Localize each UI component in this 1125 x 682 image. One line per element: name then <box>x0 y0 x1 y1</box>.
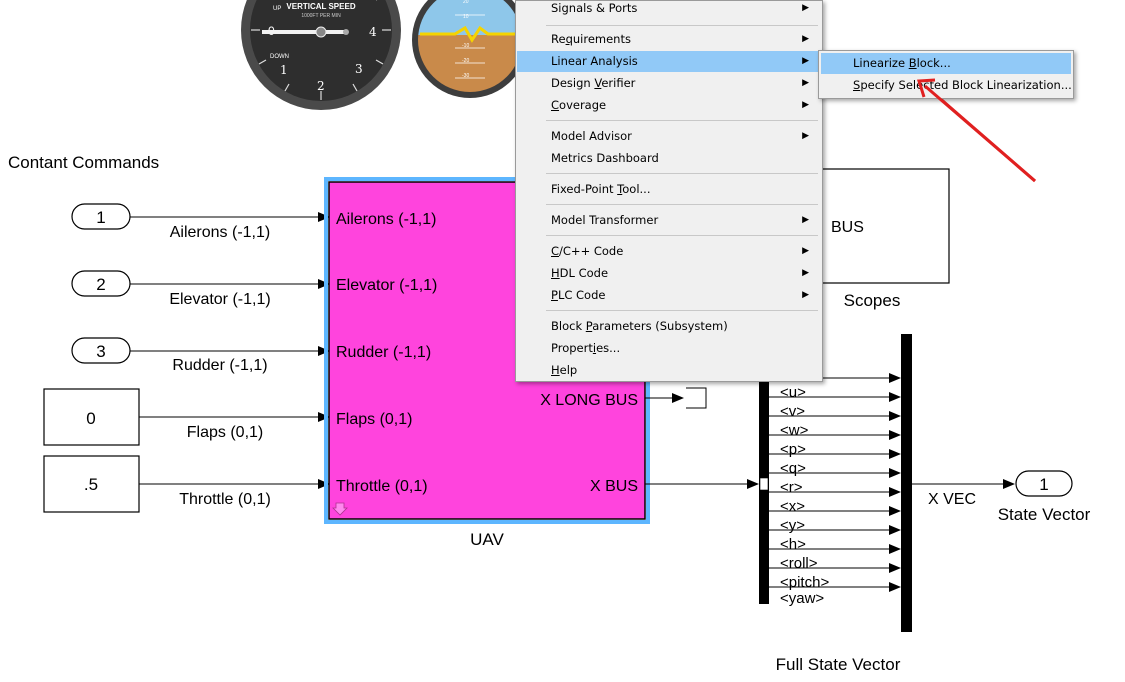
constant-block-flaps[interactable]: 0 <box>43 388 140 446</box>
bus-selector-input-port <box>759 477 769 491</box>
submenu-arrow-icon: ▶ <box>802 215 809 225</box>
menu-item-design-verifier[interactable]: Design Verifier ▶ <box>517 73 821 94</box>
submenu-arrow-icon: ▶ <box>802 34 809 44</box>
submenu-arrow-icon: ▶ <box>802 3 809 13</box>
submenu-arrow-icon: ▶ <box>802 246 809 256</box>
context-menu[interactable]: Signals & Ports ▶ Requirements ▶ Linear An… <box>515 0 823 382</box>
uav-port-flaps: Flaps (0,1) <box>336 411 412 428</box>
uav-port-elevator: Elevator (-1,1) <box>336 277 437 294</box>
pitch-m10-label: -10 <box>462 43 469 49</box>
pitch-10-label: 10 <box>463 14 469 20</box>
contant-commands-annotation: Contant Commands <box>8 153 159 172</box>
inport-2[interactable]: 2 <box>71 270 131 297</box>
menu-item-requirements[interactable]: Requirements ▶ <box>517 29 821 50</box>
pitch-20-label: 20 <box>463 0 469 5</box>
vsi-up-label: UP <box>273 6 281 12</box>
submenu-item-specify-linearization[interactable]: Specify Selected Block Linearization... <box>821 75 1072 96</box>
mux-block-name: Full State Vector <box>776 655 901 674</box>
submenu-arrow-icon: ▶ <box>802 131 809 141</box>
menu-item-properties[interactable]: Properties... <box>517 338 821 359</box>
inport-3-number: 3 <box>96 342 105 361</box>
submenu-arrow-icon: ▶ <box>802 78 809 88</box>
vertical-speed-gauge[interactable]: VERTICAL SPEED 1000FT PER MIN UP DOWN 0 … <box>241 0 401 110</box>
bus-selector-block[interactable] <box>759 378 769 604</box>
submenu-arrow-icon: ▶ <box>802 56 809 66</box>
outport-name: State Vector <box>998 505 1091 524</box>
menu-item-model-advisor[interactable]: Model Advisor ▶ <box>517 126 821 147</box>
linear-analysis-submenu[interactable]: Linearize Block... Specify Selected Bloc… <box>818 50 1074 99</box>
uav-port-throttle: Throttle (0,1) <box>336 478 428 495</box>
submenu-arrow-icon: ▶ <box>802 268 809 278</box>
uav-port-x-long-bus: X LONG BUS <box>540 392 638 409</box>
mux-block[interactable] <box>901 334 912 632</box>
outport-state-vector[interactable]: 1 <box>1015 470 1073 497</box>
vsi-subtitle: 1000FT PER MIN <box>301 13 341 19</box>
menu-item-fixed-point-tool[interactable]: Fixed-Point Tool... <box>517 179 821 200</box>
bus-signal-label: <roll> <box>780 555 818 572</box>
vsi-four: 4 <box>369 25 377 39</box>
signal-label-elevator: Elevator (-1,1) <box>169 291 270 308</box>
uav-port-x-bus: X BUS <box>590 478 638 495</box>
pitch-m30-label: -30 <box>462 73 469 79</box>
scopes-block-name: Scopes <box>844 291 901 310</box>
bus-signal-label: <x> <box>780 498 805 515</box>
constant-flaps-value: 0 <box>86 409 95 428</box>
menu-item-signals-ports[interactable]: Signals & Ports ▶ <box>517 0 821 19</box>
bus-signal-label: <y> <box>780 517 805 534</box>
bus-signal-label: <u> <box>780 384 806 401</box>
menu-item-plc-code[interactable]: PLC Code ▶ <box>517 285 821 306</box>
inport-1-number: 1 <box>96 208 105 227</box>
bus-signal-label: <pitch> <box>780 574 829 591</box>
submenu-arrow-icon: ▶ <box>802 100 809 110</box>
vsi-title: VERTICAL SPEED <box>286 2 355 11</box>
scopes-port-bus: BUS <box>831 219 864 236</box>
menu-item-model-transformer[interactable]: Model Transformer ▶ <box>517 210 821 231</box>
menu-item-help[interactable]: Help <box>517 360 821 381</box>
bus-signal-label: <yaw> <box>780 590 824 607</box>
terminator-block[interactable] <box>686 387 707 409</box>
bus-signal-label: <w> <box>780 422 809 439</box>
uav-port-ailerons: Ailerons (-1,1) <box>336 211 436 228</box>
attitude-indicator-gauge[interactable]: 10 20 -10 -20 -30 <box>410 0 530 98</box>
inport-3[interactable]: 3 <box>71 337 131 364</box>
signal-label-flaps: Flaps (0,1) <box>187 424 263 441</box>
menu-item-metrics-dashboard[interactable]: Metrics Dashboard <box>517 148 821 169</box>
bus-signal-label: <h> <box>780 536 806 553</box>
outport-number: 1 <box>1039 475 1048 494</box>
menu-item-hdl-code[interactable]: HDL Code ▶ <box>517 263 821 284</box>
attitude-ground <box>418 35 522 92</box>
bus-signal-label: <r> <box>780 479 803 496</box>
menu-item-linear-analysis[interactable]: Linear Analysis ▶ <box>517 51 821 72</box>
menu-item-block-parameters[interactable]: Block Parameters (Subsystem) <box>517 316 821 337</box>
uav-port-rudder: Rudder (-1,1) <box>336 344 431 361</box>
submenu-arrow-icon: ▶ <box>802 290 809 300</box>
menu-item-cpp-code[interactable]: C/C++ Code ▶ <box>517 241 821 262</box>
inport-1[interactable]: 1 <box>71 203 131 230</box>
vsi-two: 2 <box>317 79 325 93</box>
menu-item-coverage[interactable]: Coverage ▶ <box>517 95 821 116</box>
bus-selector-output-lines: <u> <v> <w> <p> <q> <r> <x> <y> <h> <roll> <pitch>… <box>769 373 901 607</box>
bus-signal-label: <p> <box>780 441 806 458</box>
inport-2-number: 2 <box>96 275 105 294</box>
vsi-down-label: DOWN <box>270 54 289 60</box>
vsi-three: 3 <box>355 62 363 76</box>
signal-label-x-vec: X VEC <box>928 491 976 508</box>
signal-label-throttle: Throttle (0,1) <box>179 491 271 508</box>
uav-block-name: UAV <box>470 530 504 549</box>
pitch-m20-label: -20 <box>462 58 469 64</box>
submenu-item-linearize-block[interactable]: Linearize Block... <box>821 53 1071 74</box>
signal-label-rudder: Rudder (-1,1) <box>172 357 267 374</box>
signal-label-ailerons: Ailerons (-1,1) <box>170 224 270 241</box>
vsi-one: 1 <box>280 63 288 77</box>
constant-block-throttle[interactable]: .5 <box>43 455 140 513</box>
bus-signal-label: <q> <box>780 460 806 477</box>
bus-signal-label: <v> <box>780 403 805 420</box>
constant-throttle-value: .5 <box>84 475 98 494</box>
